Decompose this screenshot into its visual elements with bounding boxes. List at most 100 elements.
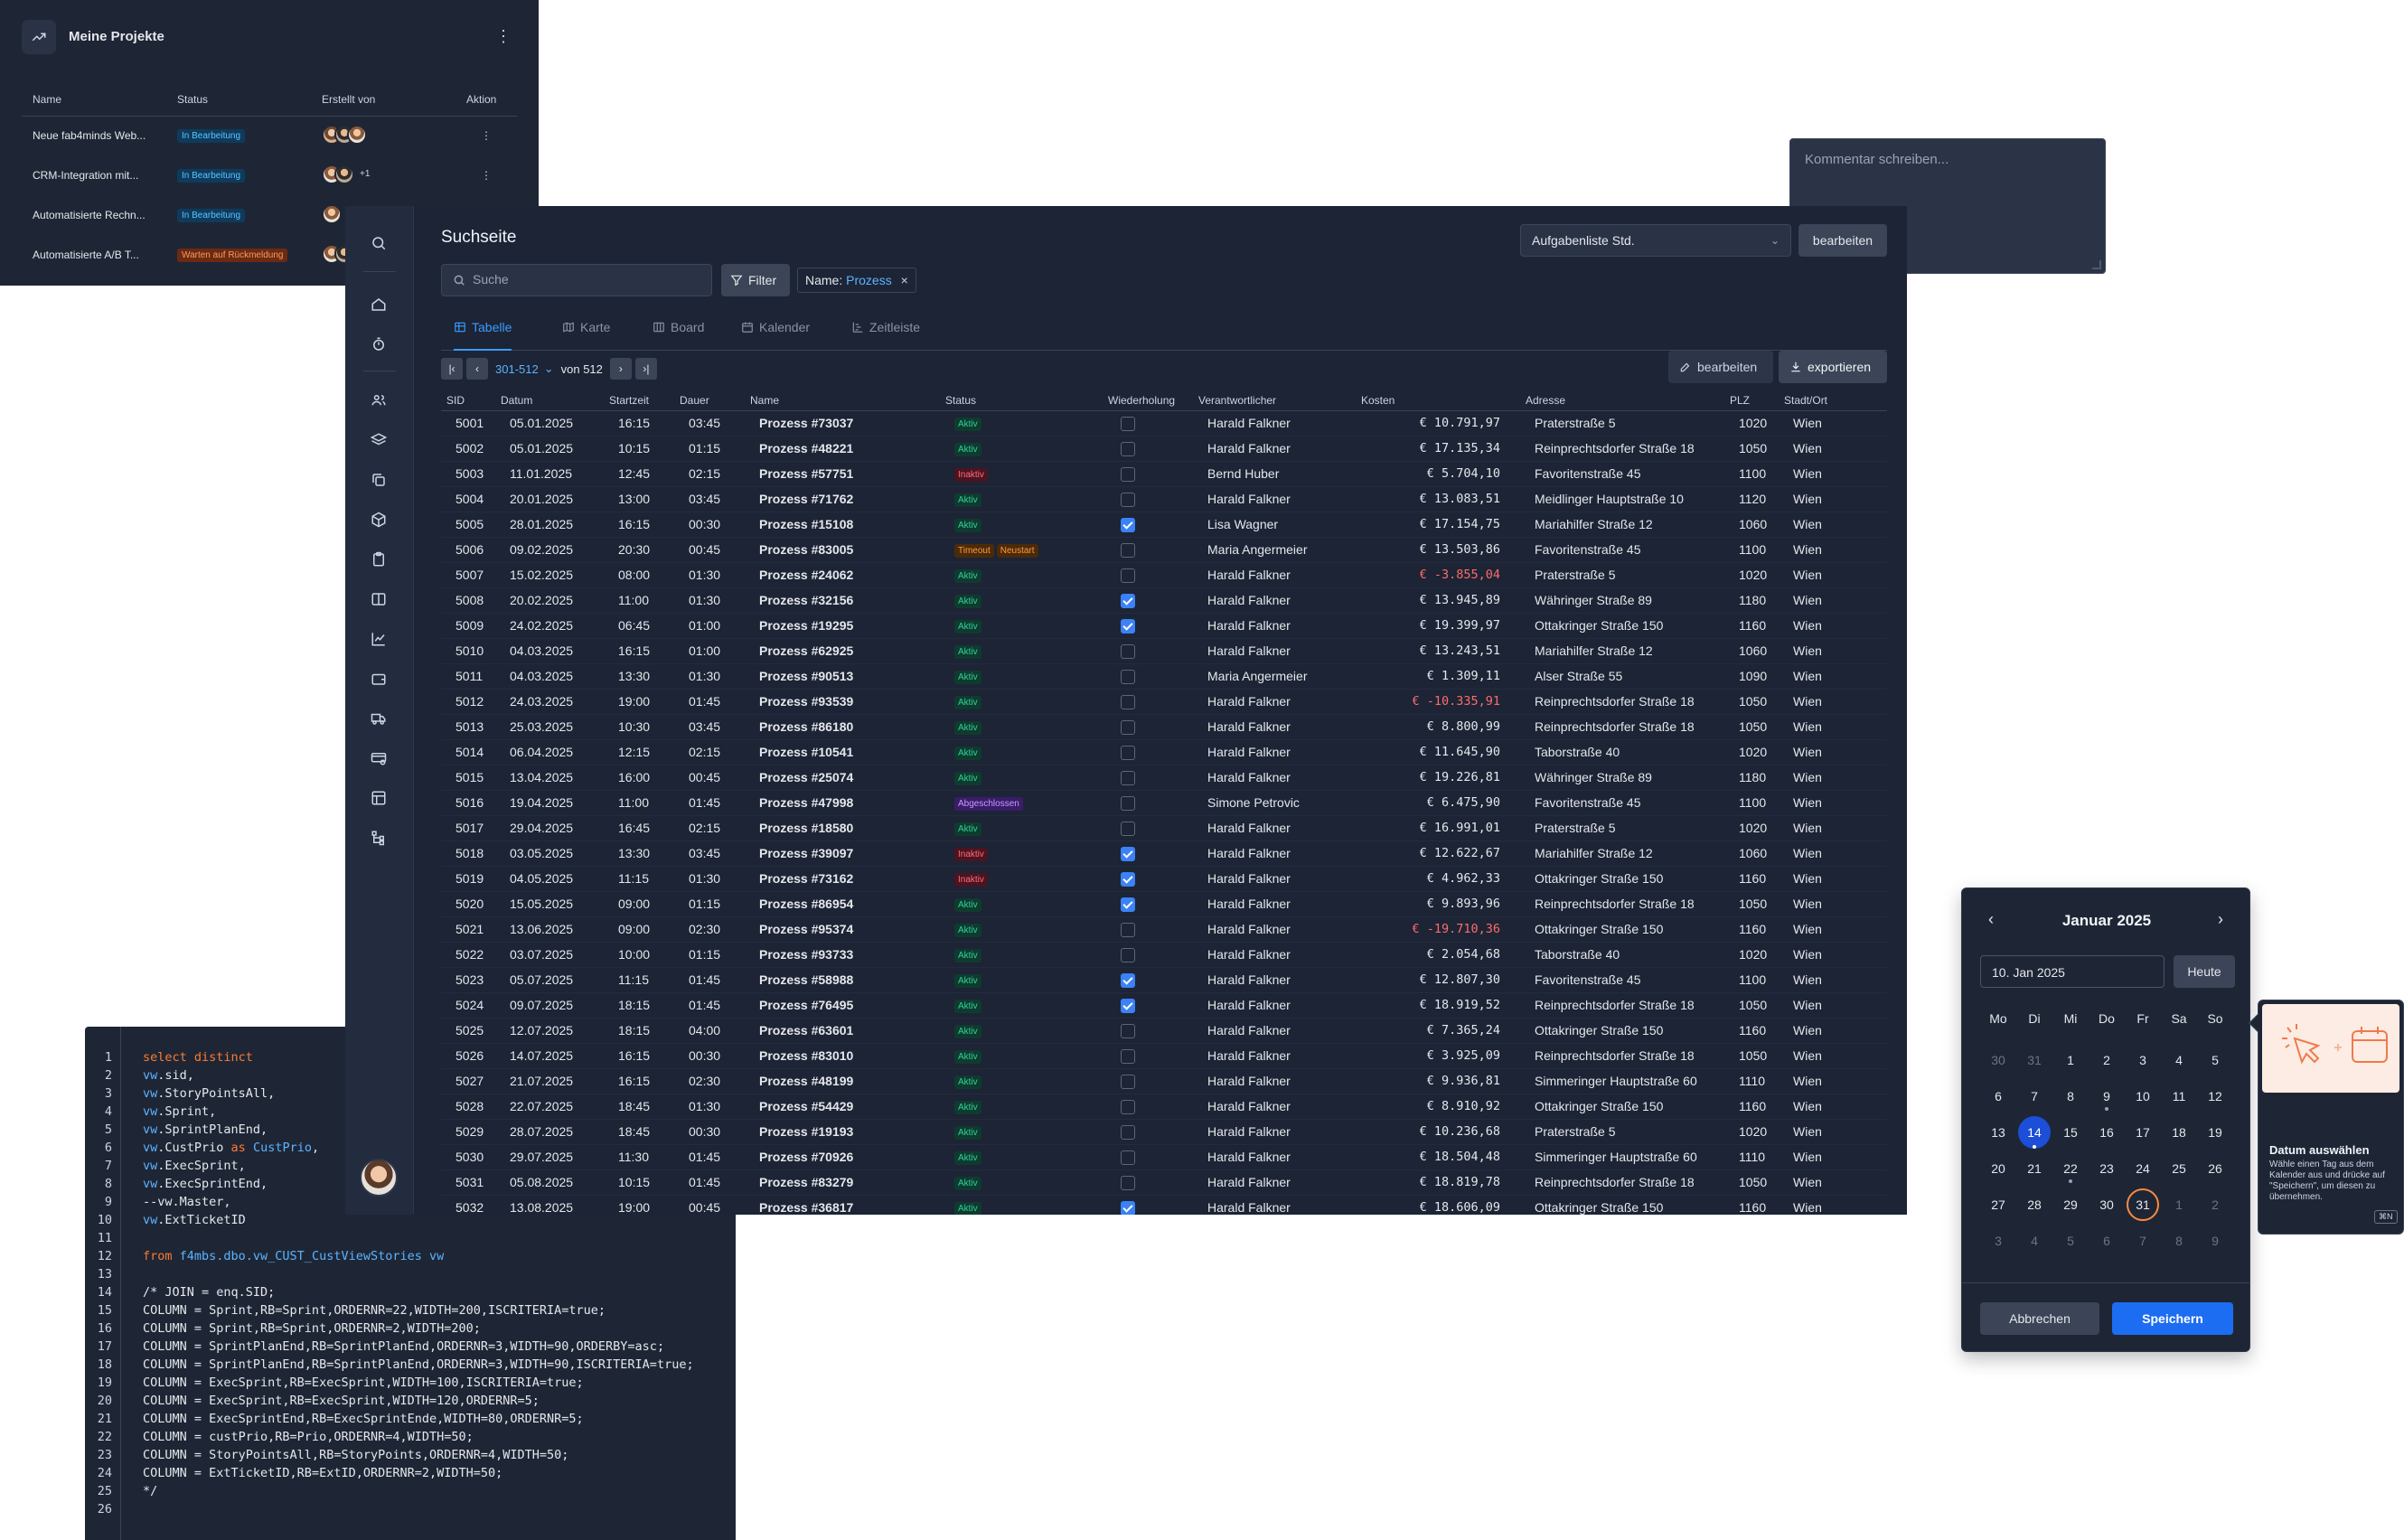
calendar-day[interactable]: 23: [2089, 1150, 2125, 1187]
page-range-select[interactable]: 301-512: [495, 362, 539, 376]
calendar-day[interactable]: 20: [1980, 1150, 2016, 1187]
calendar-day[interactable]: 5: [2197, 1042, 2233, 1078]
repeat-checkbox[interactable]: [1121, 492, 1135, 507]
tab-kalender[interactable]: Kalender: [741, 313, 810, 351]
table-row[interactable]: 5031 05.08.2025 10:15 01:45 Prozess #83279 Ak…: [441, 1169, 1887, 1196]
repeat-checkbox[interactable]: [1121, 1150, 1135, 1165]
table-row[interactable]: 5004 20.01.2025 13:00 03:45 Prozess #71762 Ak…: [441, 486, 1887, 512]
repeat-checkbox[interactable]: [1121, 593, 1135, 608]
table-row[interactable]: CRM-Integration mit... In Bearbeitung +1 ⋮: [22, 155, 517, 195]
clipboard-icon[interactable]: [369, 549, 389, 569]
table-row[interactable]: 5012 24.03.2025 19:00 01:45 Prozess #93539 Ak…: [441, 689, 1887, 715]
table-row[interactable]: 5007 15.02.2025 08:00 01:30 Prozess #24062 Ak…: [441, 562, 1887, 588]
calendar-day[interactable]: 1: [2161, 1187, 2197, 1223]
table-row[interactable]: 5032 13.08.2025 19:00 00:45 Prozess #36817 Ak…: [441, 1195, 1887, 1215]
column-header[interactable]: Verantwortlicher: [1193, 390, 1356, 411]
calendar-day[interactable]: 30: [1980, 1042, 2016, 1078]
users-icon[interactable]: [369, 390, 389, 410]
table-row[interactable]: 5003 11.01.2025 12:45 02:15 Prozess #57751 In…: [441, 461, 1887, 487]
calendar-day[interactable]: 8: [2052, 1078, 2089, 1114]
calendar-day[interactable]: 12: [2197, 1078, 2233, 1114]
column-header[interactable]: SID: [441, 390, 495, 411]
table-row[interactable]: 5001 05.01.2025 16:15 03:45 Prozess #73037 Ak…: [441, 410, 1887, 437]
tab-zeitleiste[interactable]: Zeitleiste: [851, 313, 920, 351]
repeat-checkbox[interactable]: [1121, 947, 1135, 963]
calendar-day[interactable]: 9: [2089, 1078, 2125, 1114]
more-vertical-icon[interactable]: ⋮: [455, 155, 517, 195]
column-header[interactable]: Name: [745, 390, 940, 411]
save-button[interactable]: Speichern: [2112, 1302, 2233, 1335]
stopwatch-icon[interactable]: [369, 334, 389, 354]
calendar-day[interactable]: 17: [2125, 1114, 2161, 1150]
hierarchy-icon[interactable]: [369, 828, 389, 848]
filter-button[interactable]: Filter: [721, 264, 790, 296]
table-row[interactable]: 5017 29.04.2025 16:45 02:15 Prozess #18580 Ak…: [441, 815, 1887, 841]
cancel-button[interactable]: Abbrechen: [1980, 1302, 2099, 1335]
table-row[interactable]: 5021 13.06.2025 09:00 02:30 Prozess #95374 Ak…: [441, 916, 1887, 943]
calendar-day[interactable]: 3: [2125, 1042, 2161, 1078]
box-icon[interactable]: [369, 510, 389, 530]
repeat-checkbox[interactable]: [1121, 1023, 1135, 1038]
wallet-icon[interactable]: [369, 669, 389, 689]
table-row[interactable]: 5014 06.04.2025 12:15 02:15 Prozess #10541 Ak…: [441, 739, 1887, 765]
repeat-checkbox[interactable]: [1121, 669, 1135, 684]
calendar-day[interactable]: 30: [2089, 1187, 2125, 1223]
calendar-day[interactable]: 6: [2089, 1223, 2125, 1259]
calendar-day[interactable]: 14: [2016, 1114, 2052, 1150]
table-row[interactable]: 5006 09.02.2025 20:30 00:45 Prozess #83005 Ti…: [441, 537, 1887, 563]
repeat-checkbox[interactable]: [1121, 770, 1135, 785]
calendar-day[interactable]: 31: [2016, 1042, 2052, 1078]
calendar-day[interactable]: 19: [2197, 1114, 2233, 1150]
repeat-checkbox[interactable]: [1121, 542, 1135, 558]
repeat-checkbox[interactable]: [1121, 618, 1135, 634]
calendar-day[interactable]: 22: [2052, 1150, 2089, 1187]
table-row[interactable]: 5030 29.07.2025 11:30 01:45 Prozess #70926 Ak…: [441, 1144, 1887, 1170]
table-row[interactable]: Neue fab4minds Web... In Bearbeitung ⋮: [22, 116, 517, 155]
table-row[interactable]: 5028 22.07.2025 18:45 01:30 Prozess #54429 Ak…: [441, 1094, 1887, 1120]
column-header[interactable]: Stadt/Ort: [1779, 390, 1887, 411]
repeat-checkbox[interactable]: [1121, 1200, 1135, 1215]
table-row[interactable]: 5008 20.02.2025 11:00 01:30 Prozess #32156 Ak…: [441, 587, 1887, 614]
search-input[interactable]: [473, 272, 699, 286]
close-icon[interactable]: ×: [901, 273, 908, 287]
table-row[interactable]: 5022 03.07.2025 10:00 01:15 Prozess #93733 Ak…: [441, 942, 1887, 968]
calendar-day[interactable]: 1: [2052, 1042, 2089, 1078]
calendar-day[interactable]: 10: [2125, 1078, 2161, 1114]
column-header[interactable]: Datum: [495, 390, 604, 411]
layers-icon[interactable]: [369, 430, 389, 450]
book-icon[interactable]: [369, 589, 389, 609]
table-row[interactable]: 5005 28.01.2025 16:15 00:30 Prozess #15108 Ak…: [441, 512, 1887, 538]
calendar-day[interactable]: 21: [2016, 1150, 2052, 1187]
repeat-checkbox[interactable]: [1121, 694, 1135, 709]
calendar-day[interactable]: 4: [2161, 1042, 2197, 1078]
home-icon[interactable]: [369, 295, 389, 315]
edit-button[interactable]: bearbeiten: [1668, 351, 1773, 383]
table-row[interactable]: 5013 25.03.2025 10:30 03:45 Prozess #86180 Ak…: [441, 714, 1887, 740]
resize-handle[interactable]: [2092, 260, 2101, 269]
repeat-checkbox[interactable]: [1121, 416, 1135, 431]
repeat-checkbox[interactable]: [1121, 922, 1135, 937]
repeat-checkbox[interactable]: [1121, 1124, 1135, 1140]
table-row[interactable]: 5009 24.02.2025 06:45 01:00 Prozess #19295 Ak…: [441, 613, 1887, 639]
column-header[interactable]: Kosten: [1356, 390, 1520, 411]
user-avatar[interactable]: [360, 1159, 398, 1197]
more-vertical-icon[interactable]: ⋮: [495, 25, 512, 47]
today-button[interactable]: Heute: [2174, 955, 2235, 988]
search-icon[interactable]: [369, 233, 389, 253]
calendar-day[interactable]: 13: [1980, 1114, 2016, 1150]
card-settings-icon[interactable]: [369, 748, 389, 768]
filter-chip[interactable]: Name: Prozess ×: [797, 268, 916, 293]
column-header[interactable]: Adresse: [1520, 390, 1724, 411]
copy-icon[interactable]: [369, 470, 389, 490]
layout-icon[interactable]: [369, 788, 389, 808]
export-button[interactable]: exportieren: [1779, 351, 1887, 383]
calendar-day[interactable]: 2: [2089, 1042, 2125, 1078]
calendar-day[interactable]: 7: [2016, 1078, 2052, 1114]
calendar-day[interactable]: 25: [2161, 1150, 2197, 1187]
repeat-checkbox[interactable]: [1121, 568, 1135, 583]
calendar-day[interactable]: 5: [2052, 1223, 2089, 1259]
repeat-checkbox[interactable]: [1121, 972, 1135, 988]
repeat-checkbox[interactable]: [1121, 441, 1135, 456]
date-input[interactable]: 10. Jan 2025: [1980, 955, 2165, 988]
table-row[interactable]: 5027 21.07.2025 16:15 02:30 Prozess #48199 Ak…: [441, 1068, 1887, 1094]
